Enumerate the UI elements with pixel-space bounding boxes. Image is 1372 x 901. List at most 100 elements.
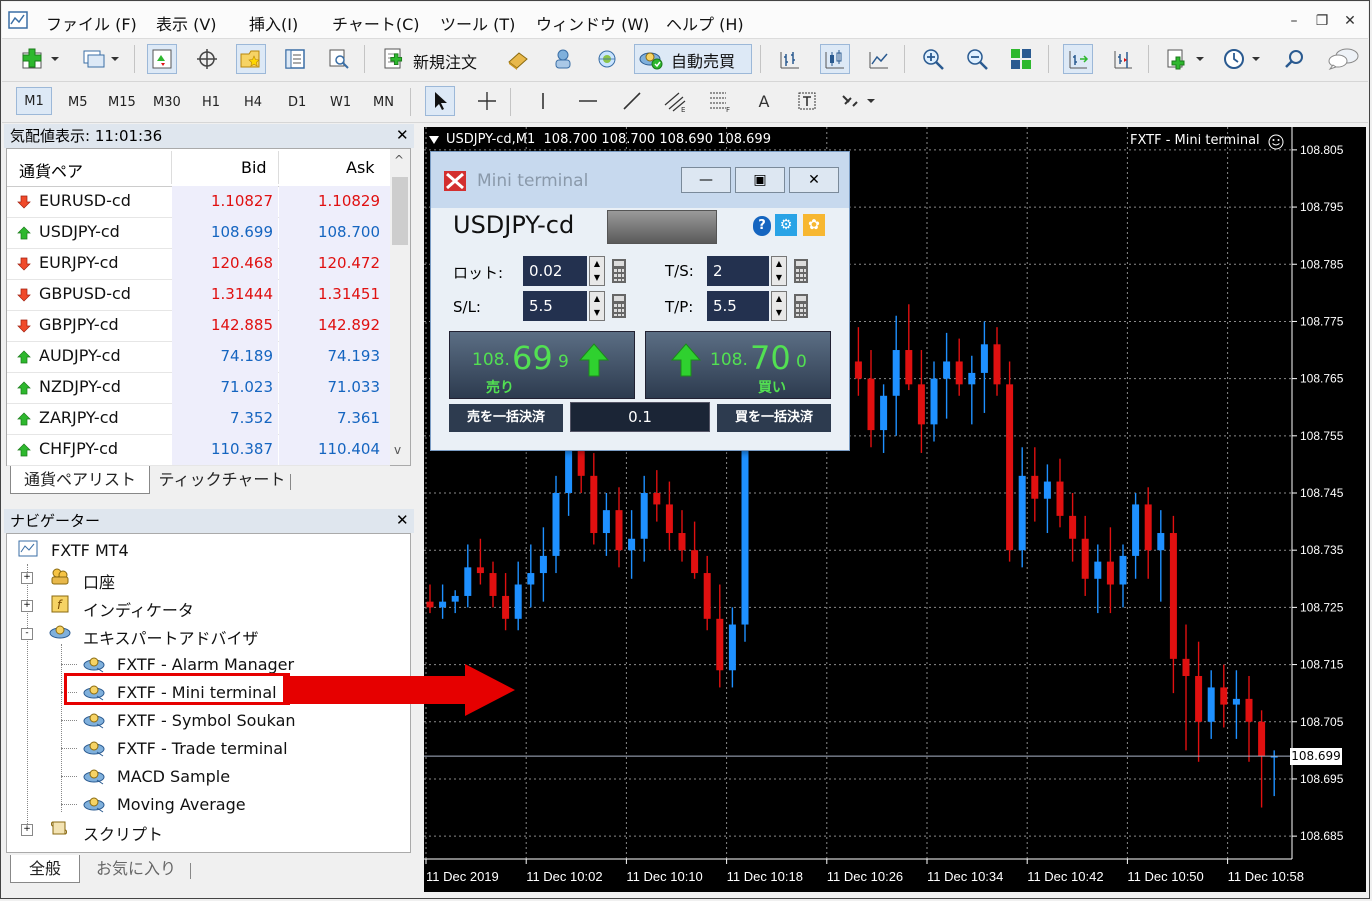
market-watch-row[interactable]: AUDJPY-cd 74.189 74.193 <box>7 341 390 373</box>
search-button[interactable] <box>1280 44 1310 74</box>
fibonacci-button[interactable]: F <box>705 86 735 116</box>
menu-window[interactable]: ウィンドウ (W) <box>536 11 649 35</box>
market-watch-row[interactable]: NZDJPY-cd 71.023 71.033 <box>7 372 390 404</box>
metaeditor-button[interactable] <box>503 44 533 74</box>
market-watch-row[interactable]: GBPJPY-cd 142.885 142.892 <box>7 310 390 342</box>
timeframe-mn-button[interactable]: MN <box>373 95 394 110</box>
candle-chart-button[interactable] <box>820 44 850 74</box>
scroll-thumb[interactable] <box>392 177 408 245</box>
indicators-button[interactable] <box>1162 44 1210 74</box>
mt-close-icon[interactable]: ✕ <box>789 167 839 193</box>
timeframe-m1-button[interactable]: M1 <box>16 87 52 115</box>
menu-file[interactable]: ファイル (F) <box>46 11 137 35</box>
lot-input[interactable]: 0.02 <box>523 256 587 286</box>
market-watch-close-icon[interactable]: ✕ <box>396 126 409 144</box>
timeframe-h4-button[interactable]: H4 <box>244 95 262 110</box>
new-chart-button[interactable] <box>16 44 66 74</box>
data-window-button[interactable] <box>192 44 222 74</box>
timeframe-h1-button[interactable]: H1 <box>202 95 220 110</box>
ts-stepper[interactable]: ▲ ▼ <box>771 256 787 286</box>
tab-general[interactable]: 全般 <box>10 855 80 883</box>
timeframe-w1-button[interactable]: W1 <box>330 95 351 110</box>
navigator-button[interactable] <box>236 44 266 74</box>
ts-calculator-icon[interactable] <box>793 258 809 284</box>
minimize-icon[interactable]: – <box>1282 10 1306 32</box>
timeframe-m30-button[interactable]: M30 <box>153 95 181 110</box>
new-order-icon-button[interactable] <box>379 44 409 74</box>
market-watch-row[interactable]: GBPUSD-cd 1.31444 1.31451 <box>7 279 390 311</box>
strategy-tester-button[interactable] <box>324 44 354 74</box>
mt-minimize-icon[interactable]: — <box>681 167 731 193</box>
timeframe-m15-button[interactable]: M15 <box>108 95 136 110</box>
tab-favorites[interactable]: お気に入り <box>86 855 186 883</box>
market-watch-row[interactable]: EURUSD-cd 1.10827 1.10829 <box>7 186 390 218</box>
lot-stepper[interactable]: ▲ ▼ <box>589 256 605 286</box>
equidistant-channel-button[interactable]: E <box>661 86 691 116</box>
navigator-indicators[interactable]: インディケータ <box>83 597 194 621</box>
text-label-button[interactable] <box>792 86 822 116</box>
col-ask-header[interactable]: Ask <box>346 158 375 177</box>
menu-help[interactable]: ヘルプ (H) <box>666 11 744 35</box>
market-button[interactable] <box>592 44 622 74</box>
market-watch-row[interactable]: ZARJPY-cd 7.352 7.361 <box>7 403 390 435</box>
periods-button[interactable] <box>1218 44 1266 74</box>
new-order-label[interactable]: 新規注文 <box>413 49 477 73</box>
market-watch-row[interactable]: EURJPY-cd 120.468 120.472 <box>7 248 390 280</box>
trendline-button[interactable] <box>617 86 647 116</box>
sl-input[interactable]: 5.5 <box>523 291 587 321</box>
chat-button[interactable] <box>1324 44 1364 74</box>
help-icon[interactable]: ? <box>753 216 771 236</box>
tab-tick-chart[interactable]: ティックチャート <box>156 466 288 494</box>
expert-item[interactable]: FXTF - Trade terminal <box>61 737 361 761</box>
close-all-sell-button[interactable]: 売を一括決済 <box>449 404 563 432</box>
market-watch-scrollbar[interactable]: ^ v <box>390 149 410 465</box>
col-bid-header[interactable]: Bid <box>241 158 267 177</box>
scroll-up-icon[interactable]: ^ <box>394 153 404 167</box>
text-tool-button[interactable]: A <box>749 86 779 116</box>
cursor-tool-button[interactable] <box>425 86 455 116</box>
sl-calculator-icon[interactable] <box>611 293 627 319</box>
restore-icon[interactable]: ❐ <box>1310 10 1334 32</box>
settings-gear-icon[interactable]: ⚙ <box>775 214 797 236</box>
horizontal-line-button[interactable] <box>573 86 603 116</box>
navigator-experts[interactable]: エキスパートアドバイザ <box>83 625 259 649</box>
ts-input[interactable]: 2 <box>707 256 769 286</box>
terminal-button[interactable] <box>280 44 310 74</box>
menu-tools[interactable]: ツール (T) <box>440 11 515 35</box>
auto-scroll-button[interactable] <box>1063 44 1093 74</box>
navigator-close-icon[interactable]: ✕ <box>396 511 409 529</box>
market-watch-row[interactable]: CHFJPY-cd 110.387 110.404 <box>7 434 390 466</box>
collapse-experts-icon[interactable]: - <box>21 628 33 640</box>
expand-account-icon[interactable]: + <box>21 572 33 584</box>
signals-button[interactable] <box>548 44 578 74</box>
auto-trade-button[interactable]: 自動売買 <box>634 44 752 74</box>
menu-view[interactable]: 表示 (V) <box>156 11 217 35</box>
menu-chart[interactable]: チャート(C) <box>332 11 420 35</box>
line-chart-button[interactable] <box>864 44 894 74</box>
market-watch-button[interactable] <box>147 44 177 74</box>
chart-shift-button[interactable] <box>1108 44 1138 74</box>
arrows-menu-button[interactable] <box>837 86 879 116</box>
expand-scripts-icon[interactable]: + <box>21 824 33 836</box>
scroll-down-icon[interactable]: v <box>394 443 401 457</box>
vertical-line-button[interactable] <box>528 86 558 116</box>
navigator-account[interactable]: 口座 <box>83 569 115 593</box>
menu-insert[interactable]: 挿入(I) <box>249 11 298 35</box>
profiles-button[interactable] <box>76 44 126 74</box>
crosshair-tool-button[interactable] <box>472 86 502 116</box>
tp-stepper[interactable]: ▲ ▼ <box>771 291 787 321</box>
tp-input[interactable]: 5.5 <box>707 291 769 321</box>
close-icon[interactable]: ✕ <box>1338 10 1362 32</box>
bar-chart-button[interactable] <box>775 44 805 74</box>
tab-symbols[interactable]: 通貨ペアリスト <box>10 466 150 494</box>
timeframe-d1-button[interactable]: D1 <box>288 95 306 110</box>
navigator-root[interactable]: FXTF MT4 <box>51 541 129 560</box>
zoom-out-button[interactable] <box>962 44 992 74</box>
timeframe-m5-button[interactable]: M5 <box>68 95 88 110</box>
mini-terminal-window[interactable]: Mini terminal — ▣ ✕ USDJPY-cd ? ⚙ ✿ ロット:… <box>430 151 850 451</box>
lot-calculator-icon[interactable] <box>611 258 627 284</box>
tp-calculator-icon[interactable] <box>793 293 809 319</box>
expert-item[interactable]: Moving Average <box>61 793 361 817</box>
sl-stepper[interactable]: ▲ ▼ <box>589 291 605 321</box>
col-symbol-header[interactable]: 通貨ペア <box>19 158 83 182</box>
